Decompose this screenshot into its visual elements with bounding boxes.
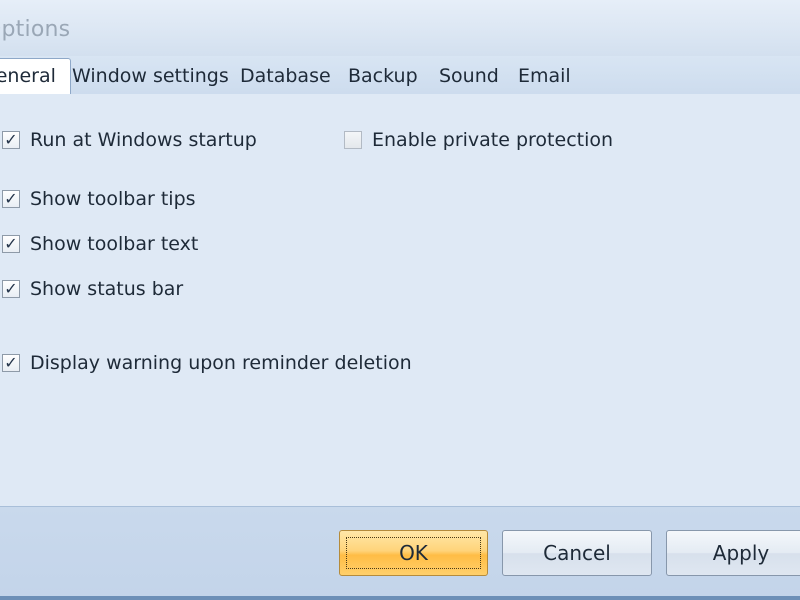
toolbar-text-checkbox[interactable]: ✓ (2, 235, 20, 253)
toolbar-tips-checkbox[interactable]: ✓ (2, 190, 20, 208)
tab-general-label: General (0, 65, 56, 87)
run-at-startup-label[interactable]: Run at Windows startup (30, 129, 257, 151)
tab-window-settings[interactable]: Window settings (72, 64, 229, 92)
tab-general[interactable]: General (0, 58, 71, 94)
status-bar-label[interactable]: Show status bar (30, 278, 183, 300)
options-dialog: Options General Window settings Database… (0, 0, 800, 600)
dialog-button-bar: OK Cancel Apply (0, 506, 800, 600)
private-protection-checkbox[interactable] (344, 131, 362, 149)
warn-on-delete-checkbox[interactable]: ✓ (2, 354, 20, 372)
ok-button[interactable]: OK (339, 530, 488, 576)
status-bar-checkbox[interactable]: ✓ (2, 280, 20, 298)
window-title: Options (0, 17, 71, 42)
cancel-button-label: Cancel (543, 541, 611, 565)
title-bar[interactable]: Options (0, 0, 800, 56)
tab-strip: General Window settings Database Backup … (0, 56, 800, 95)
toolbar-text-label[interactable]: Show toolbar text (30, 233, 198, 255)
ok-button-label: OK (399, 541, 428, 565)
cancel-button[interactable]: Cancel (502, 530, 652, 576)
private-protection-label[interactable]: Enable private protection (372, 129, 613, 151)
tab-sound[interactable]: Sound (439, 64, 499, 92)
run-at-startup-checkbox[interactable]: ✓ (2, 131, 20, 149)
apply-button-label: Apply (712, 541, 770, 565)
window-bottom-border (0, 596, 800, 600)
warn-on-delete-label[interactable]: Display warning upon reminder deletion (30, 352, 412, 374)
tab-database[interactable]: Database (240, 64, 331, 92)
apply-button[interactable]: Apply (666, 530, 800, 576)
tab-email[interactable]: Email (518, 64, 571, 92)
tab-backup[interactable]: Backup (348, 64, 418, 92)
general-tab-panel: ✓ Run at Windows startup Enable private … (0, 94, 800, 506)
toolbar-tips-label[interactable]: Show toolbar tips (30, 188, 196, 210)
